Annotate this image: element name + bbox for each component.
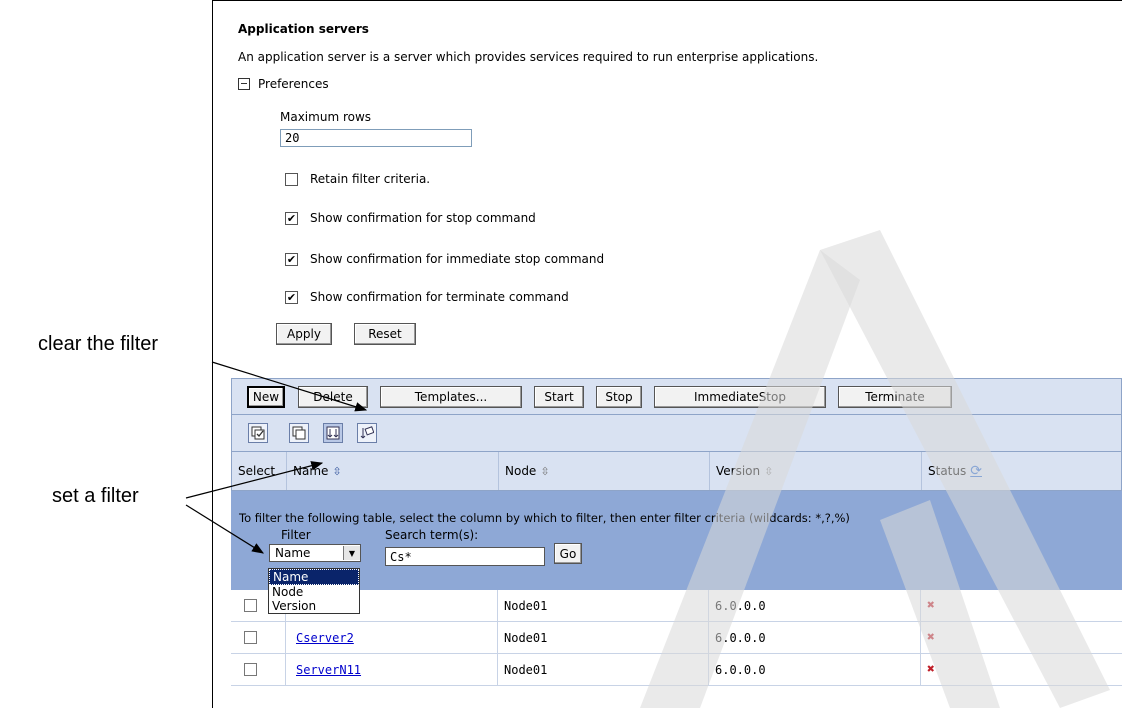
confirm-immediate-stop-option[interactable]: ✔ Show confirmation for immediate stop c… [285,252,604,266]
delete-button[interactable]: Delete [298,386,368,408]
immediate-stop-button[interactable]: ImmediateStop [654,386,826,408]
filter-select[interactable]: Name ▼ [269,544,361,562]
apply-button[interactable]: Apply [276,323,332,345]
filter-panel: To filter the following table, select th… [231,491,1122,590]
confirm-stop-label: Show confirmation for stop command [310,211,536,225]
callout-clear-filter: clear the filter [38,333,159,355]
filter-option-node[interactable]: Node [269,585,359,599]
start-button[interactable]: Start [534,386,584,408]
max-rows-label: Maximum rows [280,110,372,124]
confirm-terminate-checkbox[interactable]: ✔ [285,290,298,304]
retain-filter-checkbox[interactable] [285,172,298,186]
clear-filter-icon[interactable] [357,423,377,443]
preferences-toggle[interactable]: Preferences [238,77,329,91]
row-select[interactable] [231,654,286,685]
confirm-immediate-stop-label: Show confirmation for immediate stop com… [310,252,605,266]
header-version[interactable]: Version ⇳ [710,452,922,490]
row-checkbox[interactable] [244,663,257,676]
max-rows-input[interactable] [280,129,472,147]
confirm-immediate-stop-checkbox[interactable]: ✔ [285,252,298,266]
header-name-label: Name [293,464,329,478]
callout-set-filter: set a filter [52,485,139,507]
header-name[interactable]: Name ⇳ [287,452,499,490]
row-select[interactable] [231,622,286,653]
header-version-label: Version [716,464,761,478]
status-stopped-icon: ✖ [927,598,935,613]
row-checkbox[interactable] [244,599,257,612]
confirm-terminate-option[interactable]: ✔ Show confirmation for terminate comman… [285,290,569,304]
go-button[interactable]: Go [554,543,582,564]
collapse-icon [238,78,250,90]
header-node[interactable]: Node ⇳ [499,452,710,490]
new-button[interactable]: New [247,386,285,408]
retain-filter-option[interactable]: Retain filter criteria. [285,172,430,186]
row-checkbox[interactable] [244,631,257,644]
reset-button[interactable]: Reset [354,323,416,345]
confirm-terminate-label: Show confirmation for terminate command [310,290,569,304]
filter-dropdown-list: Name Node Version [268,568,360,614]
filter-option-version[interactable]: Version [269,599,359,613]
search-input[interactable] [385,547,545,566]
confirm-stop-option[interactable]: ✔ Show confirmation for stop command [285,211,536,225]
page-title: Application servers [238,22,369,36]
chevron-down-icon[interactable]: ▼ [343,546,360,560]
table-row: Node01 6.0.0.0 ✖ [231,590,1122,622]
server-name-link[interactable]: Cserver2 [286,622,498,653]
table-header: Select Name ⇳ Node ⇳ Version ⇳ Status ⟳ [231,451,1122,491]
show-filter-icon[interactable] [323,423,343,443]
filter-instructions: To filter the following table, select th… [239,511,850,525]
icon-toolbar [231,415,1122,451]
status-stopped-icon: ✖ [927,630,935,645]
refresh-icon[interactable]: ⟳ [970,463,982,479]
sort-icon[interactable]: ⇳ [540,465,549,478]
status-stopped-icon: ✖ [927,662,935,677]
server-node: Node01 [498,654,709,685]
server-name-link[interactable]: ServerN11 [286,654,498,685]
select-all-icon[interactable] [248,423,268,443]
filter-select-value: Name [275,546,311,560]
header-select: Select [232,452,287,490]
server-version: 6.0.0.0 [709,622,921,653]
server-node: Node01 [498,622,709,653]
retain-filter-label: Retain filter criteria. [310,172,431,186]
filter-option-name[interactable]: Name [269,569,359,585]
server-version: 6.0.0.0 [709,590,921,621]
stop-button[interactable]: Stop [596,386,642,408]
templates-button[interactable]: Templates... [380,386,522,408]
page-description: An application server is a server which … [238,50,819,64]
sort-icon[interactable]: ⇳ [764,465,773,478]
header-node-label: Node [505,464,537,478]
confirm-stop-checkbox[interactable]: ✔ [285,211,298,225]
table-row: ServerN11 Node01 6.0.0.0 ✖ [231,654,1122,686]
sort-icon[interactable]: ⇳ [332,465,341,478]
header-status: Status ⟳ [922,452,1121,490]
preferences-label: Preferences [258,77,329,91]
search-label: Search term(s): [385,528,479,542]
action-toolbar: New Delete Templates... Start Stop Immed… [231,378,1122,415]
table-row: Cserver2 Node01 6.0.0.0 ✖ [231,622,1122,654]
header-status-label: Status [928,464,967,478]
filter-label: Filter [281,528,311,542]
server-node: Node01 [498,590,709,621]
server-version: 6.0.0.0 [709,654,921,685]
deselect-all-icon[interactable] [289,423,309,443]
terminate-button[interactable]: Terminate [838,386,952,408]
